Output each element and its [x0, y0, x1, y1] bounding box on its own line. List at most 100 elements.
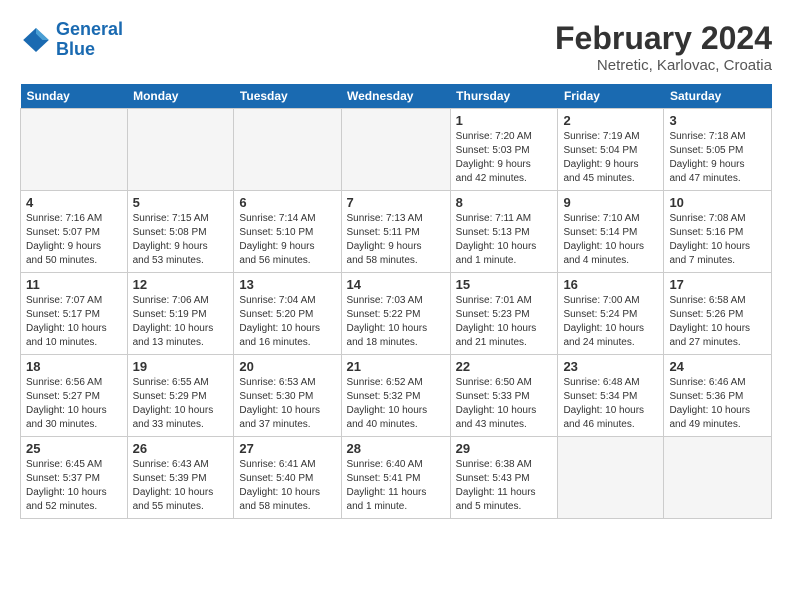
calendar-cell: 25 Sunrise: 6:45 AM Sunset: 5:37 PM Dayli…	[21, 437, 128, 519]
day-info: Sunrise: 7:04 AM Sunset: 5:20 PM Dayligh…	[239, 294, 335, 350]
page-header: General Blue February 2024 Netretic, Kar…	[20, 20, 772, 74]
weekday-header-wednesday: Wednesday	[341, 84, 450, 109]
day-number: 6	[239, 195, 335, 210]
calendar-cell: 10 Sunrise: 7:08 AM Sunset: 5:16 PM Dayli…	[664, 191, 772, 273]
day-number: 18	[26, 359, 122, 374]
weekday-header-monday: Monday	[127, 84, 234, 109]
calendar-cell: 14 Sunrise: 7:03 AM Sunset: 5:22 PM Dayli…	[341, 273, 450, 355]
calendar-cell: 24Sunrise: 6:46 AM Sunset: 5:36 PM Dayli…	[664, 355, 772, 437]
calendar-cell: 7 Sunrise: 7:13 AM Sunset: 5:11 PM Daylig…	[341, 191, 450, 273]
day-number: 1	[456, 113, 553, 128]
calendar-cell: 6 Sunrise: 7:14 AM Sunset: 5:10 PM Daylig…	[234, 191, 341, 273]
day-number: 20	[239, 359, 335, 374]
calendar-table: SundayMondayTuesdayWednesdayThursdayFrid…	[20, 84, 772, 519]
calendar-cell: 18 Sunrise: 6:56 AM Sunset: 5:27 PM Dayli…	[21, 355, 128, 437]
day-info: Sunrise: 6:41 AM Sunset: 5:40 PM Dayligh…	[239, 458, 335, 514]
logo-icon	[20, 24, 52, 56]
week-row-1: 1 Sunrise: 7:20 AM Sunset: 5:03 PM Daylig…	[21, 109, 772, 191]
day-info: Sunrise: 6:43 AM Sunset: 5:39 PM Dayligh…	[133, 458, 229, 514]
calendar-cell: 29 Sunrise: 6:38 AM Sunset: 5:43 PM Dayli…	[450, 437, 558, 519]
day-number: 24	[669, 359, 766, 374]
day-info: Sunrise: 6:38 AM Sunset: 5:43 PM Dayligh…	[456, 458, 553, 514]
day-info: Sunrise: 6:55 AM Sunset: 5:29 PM Dayligh…	[133, 376, 229, 432]
week-row-4: 18 Sunrise: 6:56 AM Sunset: 5:27 PM Dayli…	[21, 355, 772, 437]
day-number: 12	[133, 277, 229, 292]
calendar-cell: 3 Sunrise: 7:18 AM Sunset: 5:05 PM Daylig…	[664, 109, 772, 191]
day-number: 28	[347, 441, 445, 456]
day-info: Sunrise: 7:18 AM Sunset: 5:05 PM Dayligh…	[669, 130, 766, 186]
calendar-cell: 1 Sunrise: 7:20 AM Sunset: 5:03 PM Daylig…	[450, 109, 558, 191]
week-row-2: 4 Sunrise: 7:16 AM Sunset: 5:07 PM Daylig…	[21, 191, 772, 273]
calendar-cell: 19Sunrise: 6:55 AM Sunset: 5:29 PM Dayli…	[127, 355, 234, 437]
calendar-cell: 11 Sunrise: 7:07 AM Sunset: 5:17 PM Dayli…	[21, 273, 128, 355]
day-number: 7	[347, 195, 445, 210]
day-number: 2	[563, 113, 658, 128]
day-info: Sunrise: 6:58 AM Sunset: 5:26 PM Dayligh…	[669, 294, 766, 350]
calendar-cell: 4 Sunrise: 7:16 AM Sunset: 5:07 PM Daylig…	[21, 191, 128, 273]
week-row-3: 11 Sunrise: 7:07 AM Sunset: 5:17 PM Dayli…	[21, 273, 772, 355]
day-info: Sunrise: 7:03 AM Sunset: 5:22 PM Dayligh…	[347, 294, 445, 350]
day-number: 21	[347, 359, 445, 374]
calendar-cell	[234, 109, 341, 191]
calendar-cell: 23 Sunrise: 6:48 AM Sunset: 5:34 PM Dayli…	[558, 355, 664, 437]
weekday-header-row: SundayMondayTuesdayWednesdayThursdayFrid…	[21, 84, 772, 109]
day-info: Sunrise: 6:45 AM Sunset: 5:37 PM Dayligh…	[26, 458, 122, 514]
day-number: 15	[456, 277, 553, 292]
weekday-header-sunday: Sunday	[21, 84, 128, 109]
logo: General Blue	[20, 20, 123, 60]
day-info: Sunrise: 7:13 AM Sunset: 5:11 PM Dayligh…	[347, 212, 445, 268]
calendar-cell: 8 Sunrise: 7:11 AM Sunset: 5:13 PM Daylig…	[450, 191, 558, 273]
day-info: Sunrise: 7:00 AM Sunset: 5:24 PM Dayligh…	[563, 294, 658, 350]
location: Netretic, Karlovac, Croatia	[555, 57, 772, 74]
calendar-cell: 2 Sunrise: 7:19 AM Sunset: 5:04 PM Daylig…	[558, 109, 664, 191]
calendar-cell	[341, 109, 450, 191]
day-number: 16	[563, 277, 658, 292]
day-info: Sunrise: 7:15 AM Sunset: 5:08 PM Dayligh…	[133, 212, 229, 268]
day-info: Sunrise: 7:11 AM Sunset: 5:13 PM Dayligh…	[456, 212, 553, 268]
day-info: Sunrise: 6:48 AM Sunset: 5:34 PM Dayligh…	[563, 376, 658, 432]
title-block: February 2024 Netretic, Karlovac, Croati…	[555, 20, 772, 74]
weekday-header-friday: Friday	[558, 84, 664, 109]
day-number: 26	[133, 441, 229, 456]
calendar-cell	[127, 109, 234, 191]
day-info: Sunrise: 7:06 AM Sunset: 5:19 PM Dayligh…	[133, 294, 229, 350]
day-info: Sunrise: 7:14 AM Sunset: 5:10 PM Dayligh…	[239, 212, 335, 268]
day-number: 8	[456, 195, 553, 210]
week-row-5: 25 Sunrise: 6:45 AM Sunset: 5:37 PM Dayli…	[21, 437, 772, 519]
day-info: Sunrise: 7:19 AM Sunset: 5:04 PM Dayligh…	[563, 130, 658, 186]
day-number: 29	[456, 441, 553, 456]
calendar-cell: 28Sunrise: 6:40 AM Sunset: 5:41 PM Dayli…	[341, 437, 450, 519]
calendar-cell: 27 Sunrise: 6:41 AM Sunset: 5:40 PM Dayli…	[234, 437, 341, 519]
calendar-cell: 9 Sunrise: 7:10 AM Sunset: 5:14 PM Daylig…	[558, 191, 664, 273]
day-number: 14	[347, 277, 445, 292]
day-info: Sunrise: 6:56 AM Sunset: 5:27 PM Dayligh…	[26, 376, 122, 432]
day-info: Sunrise: 7:01 AM Sunset: 5:23 PM Dayligh…	[456, 294, 553, 350]
day-info: Sunrise: 6:50 AM Sunset: 5:33 PM Dayligh…	[456, 376, 553, 432]
calendar-cell: 22Sunrise: 6:50 AM Sunset: 5:33 PM Dayli…	[450, 355, 558, 437]
day-number: 27	[239, 441, 335, 456]
day-number: 25	[26, 441, 122, 456]
day-number: 11	[26, 277, 122, 292]
calendar-cell: 21Sunrise: 6:52 AM Sunset: 5:32 PM Dayli…	[341, 355, 450, 437]
calendar-cell: 15 Sunrise: 7:01 AM Sunset: 5:23 PM Dayli…	[450, 273, 558, 355]
calendar-cell: 26 Sunrise: 6:43 AM Sunset: 5:39 PM Dayli…	[127, 437, 234, 519]
day-number: 13	[239, 277, 335, 292]
logo-text: General Blue	[56, 20, 123, 60]
weekday-header-tuesday: Tuesday	[234, 84, 341, 109]
calendar-cell: 16 Sunrise: 7:00 AM Sunset: 5:24 PM Dayli…	[558, 273, 664, 355]
day-number: 9	[563, 195, 658, 210]
day-info: Sunrise: 7:07 AM Sunset: 5:17 PM Dayligh…	[26, 294, 122, 350]
calendar-cell: 5Sunrise: 7:15 AM Sunset: 5:08 PM Daylig…	[127, 191, 234, 273]
day-info: Sunrise: 7:20 AM Sunset: 5:03 PM Dayligh…	[456, 130, 553, 186]
calendar-cell: 20 Sunrise: 6:53 AM Sunset: 5:30 PM Dayli…	[234, 355, 341, 437]
day-number: 17	[669, 277, 766, 292]
day-info: Sunrise: 6:53 AM Sunset: 5:30 PM Dayligh…	[239, 376, 335, 432]
day-number: 4	[26, 195, 122, 210]
day-number: 10	[669, 195, 766, 210]
day-number: 23	[563, 359, 658, 374]
day-info: Sunrise: 7:16 AM Sunset: 5:07 PM Dayligh…	[26, 212, 122, 268]
day-info: Sunrise: 7:08 AM Sunset: 5:16 PM Dayligh…	[669, 212, 766, 268]
day-info: Sunrise: 7:10 AM Sunset: 5:14 PM Dayligh…	[563, 212, 658, 268]
day-number: 3	[669, 113, 766, 128]
calendar-cell: 13 Sunrise: 7:04 AM Sunset: 5:20 PM Dayli…	[234, 273, 341, 355]
